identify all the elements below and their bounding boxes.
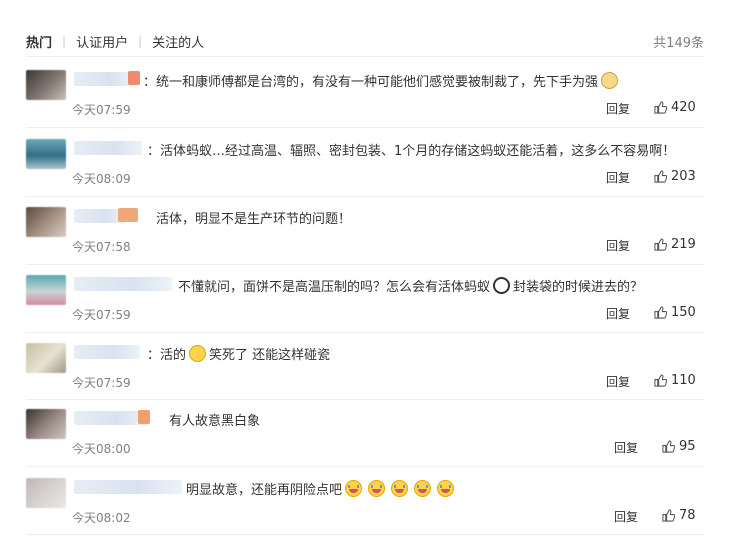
like-button[interactable]: 110	[654, 373, 696, 388]
username[interactable]	[74, 480, 182, 494]
like-button[interactable]: 95	[662, 439, 696, 454]
timestamp: 今天07:59	[72, 103, 131, 117]
like-button[interactable]: 219	[654, 237, 696, 252]
like-count: 78	[679, 508, 696, 523]
avatar[interactable]	[26, 409, 66, 439]
avatar[interactable]	[26, 207, 66, 237]
avatar[interactable]	[26, 478, 66, 508]
divider	[26, 332, 704, 333]
comment-text: ：活的 笑死了 还能这样碰瓷	[147, 344, 330, 363]
timestamp: 今天08:09	[72, 172, 131, 186]
username[interactable]	[74, 141, 142, 155]
comment-text: 明显故意，还能再阴险点吧	[186, 479, 457, 498]
username[interactable]	[74, 72, 134, 86]
crying-emoji-icon	[345, 480, 363, 497]
tab-hot[interactable]: 热门	[26, 32, 52, 51]
user-badge-icon	[128, 71, 140, 85]
reply-button[interactable]: 回复	[606, 305, 630, 322]
like-count: 110	[671, 373, 696, 388]
timestamp: 今天07:59	[72, 308, 131, 322]
thumbs-up-icon	[654, 306, 667, 319]
comment-text: 活体，明显不是生产环节的问题！	[156, 212, 352, 227]
reply-button[interactable]: 回复	[606, 237, 630, 254]
avatar[interactable]	[26, 70, 66, 100]
timestamp: 今天07:58	[72, 240, 131, 254]
comment-item: 明显故意，还能再阴险点吧 今天08:02 回复 78	[26, 478, 704, 546]
tab-separator: |	[62, 34, 67, 48]
tab-following[interactable]: 关注的人	[152, 32, 204, 51]
comment-item: ：活的 笑死了 还能这样碰瓷 今天07:59 回复 110	[26, 343, 704, 411]
comment-text: 有人故意黑白象	[169, 414, 261, 429]
username[interactable]	[74, 277, 172, 291]
like-button[interactable]: 420	[654, 100, 696, 115]
reply-button[interactable]: 回复	[614, 508, 638, 525]
reply-button[interactable]: 回复	[614, 439, 638, 456]
divider	[26, 534, 704, 535]
username[interactable]	[74, 411, 148, 425]
timestamp: 今天07:59	[72, 376, 131, 390]
timestamp: 今天08:00	[72, 442, 131, 456]
comment-text: ：活体蚂蚁…经过高温、辐照、密封包装、1个月的存储这蚂蚁还能活着，这多么不容易啊…	[147, 144, 676, 159]
divider	[26, 466, 704, 467]
avatar[interactable]	[26, 275, 66, 305]
like-button[interactable]: 203	[654, 169, 696, 184]
thumbs-up-icon	[654, 170, 667, 183]
like-count: 420	[671, 100, 696, 115]
divider	[26, 264, 704, 265]
thumbs-up-icon	[662, 509, 675, 522]
divider	[26, 127, 704, 128]
avatar[interactable]	[26, 139, 66, 169]
crying-emoji-icon	[414, 480, 432, 497]
like-button[interactable]: 78	[662, 508, 696, 523]
reply-button[interactable]: 回复	[606, 169, 630, 186]
comment-text: 不懂就问，面饼不是高温压制的吗？怎么会有活体蚂蚁 封装袋的时候进去的？	[178, 276, 643, 295]
tab-verified-users[interactable]: 认证用户	[76, 32, 128, 51]
like-count: 150	[671, 305, 696, 320]
panda-emoji-icon	[493, 277, 511, 294]
doge-emoji-icon	[601, 72, 619, 89]
reply-button[interactable]: 回复	[606, 373, 630, 390]
timestamp: 今天08:02	[72, 511, 131, 525]
comment-count: 共149条	[653, 35, 704, 51]
thumbs-up-icon	[654, 374, 667, 387]
divider	[26, 196, 704, 197]
tab-separator: |	[138, 34, 143, 48]
like-count: 219	[671, 237, 696, 252]
thumbs-up-icon	[654, 101, 667, 114]
divider	[26, 399, 704, 400]
like-count: 95	[679, 439, 696, 454]
avatar[interactable]	[26, 343, 66, 373]
laugh-cry-emoji-icon	[189, 345, 207, 362]
reply-button[interactable]: 回复	[606, 100, 630, 117]
divider	[26, 56, 704, 57]
crying-emoji-icon	[437, 480, 455, 497]
crying-emoji-icon	[391, 480, 409, 497]
user-badge-icon	[138, 410, 150, 424]
thumbs-up-icon	[662, 440, 675, 453]
user-badge-icon	[118, 208, 138, 222]
comment-filter-bar: 热门 | 认证用户 | 关注的人 共149条	[26, 28, 704, 54]
crying-emoji-icon	[368, 480, 386, 497]
username[interactable]	[74, 345, 140, 359]
thumbs-up-icon	[654, 238, 667, 251]
comment-text: ：统一和康师傅都是台湾的，有没有一种可能他们感觉要被制裁了，先下手为强	[143, 71, 621, 90]
like-count: 203	[671, 169, 696, 184]
like-button[interactable]: 150	[654, 305, 696, 320]
